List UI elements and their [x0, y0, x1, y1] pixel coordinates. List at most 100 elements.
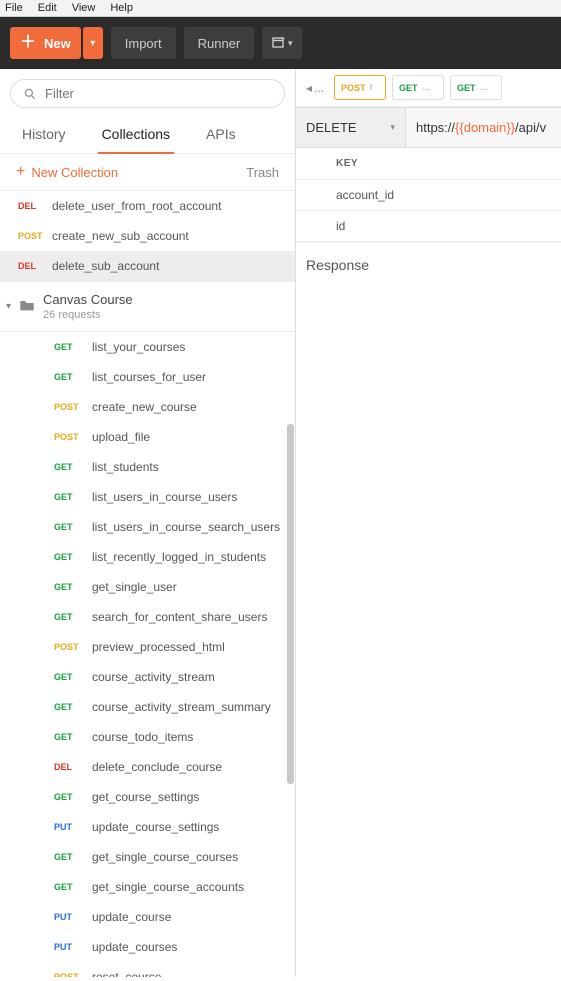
request-name: upload_file	[92, 430, 150, 444]
params-header-key: KEY	[296, 148, 561, 180]
request-item[interactable]: GETget_course_settings	[0, 782, 295, 812]
menu-view[interactable]: View	[72, 2, 96, 14]
request-item[interactable]: GETget_single_course_accounts	[0, 872, 295, 902]
chevron-left-icon: ◂	[306, 81, 312, 95]
request-item[interactable]: POSTreset_course	[0, 962, 295, 977]
method-badge: GET	[54, 732, 92, 742]
request-name: update_course_settings	[92, 820, 219, 834]
request-name: list_recently_logged_in_students	[92, 550, 266, 564]
method-badge: POST	[54, 972, 92, 977]
request-item[interactable]: GETlist_your_courses	[0, 332, 295, 362]
plus-icon: +	[16, 164, 25, 180]
request-name: delete_user_from_root_account	[52, 199, 221, 213]
menu-edit[interactable]: Edit	[38, 2, 57, 14]
runner-button[interactable]: Runner	[184, 27, 255, 59]
method-badge: GET	[457, 83, 476, 93]
url-input[interactable]: https://{{domain}}/api/v	[406, 108, 556, 147]
sidebar-tabs: History Collections APIs	[0, 118, 295, 154]
request-item[interactable]: PUTupdate_course	[0, 902, 295, 932]
tab-collections[interactable]: Collections	[98, 118, 174, 154]
request-item[interactable]: POSTcreate_new_course	[0, 392, 295, 422]
request-item[interactable]: GETget_single_user	[0, 572, 295, 602]
tab-history[interactable]: History	[18, 118, 70, 153]
chevron-down-icon: ▾	[390, 122, 395, 133]
request-name: preview_processed_html	[92, 640, 225, 654]
window-plus-icon: +	[272, 36, 286, 50]
new-button[interactable]: ＋ New	[10, 27, 81, 59]
method-badge: PUT	[54, 912, 92, 922]
request-item[interactable]: PUTupdate_courses	[0, 932, 295, 962]
method-badge: GET	[54, 372, 92, 382]
trash-link[interactable]: Trash	[246, 165, 279, 180]
request-item[interactable]: GETlist_users_in_course_users	[0, 482, 295, 512]
method-badge: GET	[54, 492, 92, 502]
request-item[interactable]: GETlist_students	[0, 452, 295, 482]
sidebar: History Collections APIs + New Collectio…	[0, 69, 296, 977]
request-item[interactable]: GETcourse_activity_stream	[0, 662, 295, 692]
request-item[interactable]: GETlist_recently_logged_in_students	[0, 542, 295, 572]
request-item[interactable]: GETlist_users_in_course_search_users	[0, 512, 295, 542]
method-badge: GET	[399, 83, 418, 93]
method-badge: GET	[54, 582, 92, 592]
new-dropdown-caret[interactable]: ▾	[83, 27, 103, 59]
request-name: list_users_in_course_search_users	[92, 520, 280, 534]
new-collection-button[interactable]: + New Collection	[16, 164, 118, 180]
request-list: DELdelete_user_from_root_accountPOSTcrea…	[0, 191, 295, 977]
request-item[interactable]: DELdelete_conclude_course	[0, 752, 295, 782]
request-name: list_your_courses	[92, 340, 185, 354]
request-name: get_single_course_courses	[92, 850, 238, 864]
new-window-button[interactable]: + ▾	[262, 27, 302, 59]
ellipsis-label: ...	[314, 81, 324, 95]
method-badge: GET	[54, 552, 92, 562]
scrollbar-thumb[interactable]	[287, 424, 294, 784]
request-item[interactable]: PUTupdate_course_settings	[0, 812, 295, 842]
request-item[interactable]: POSTpreview_processed_html	[0, 632, 295, 662]
new-button-label: New	[44, 36, 81, 51]
method-badge: POST	[54, 432, 92, 442]
tab-scroll-left[interactable]: ◂ ...	[302, 81, 328, 95]
request-item[interactable]: GETsearch_for_content_share_users	[0, 602, 295, 632]
http-method-label: DELETE	[306, 120, 357, 135]
request-item[interactable]: GETget_single_course_courses	[0, 842, 295, 872]
request-name: course_activity_stream	[92, 670, 215, 684]
method-badge: POST	[341, 83, 366, 93]
request-item[interactable]: DELdelete_user_from_root_account	[0, 191, 295, 221]
tab-label: ...	[422, 82, 430, 93]
request-tab[interactable]: GET...	[450, 75, 502, 100]
url-prefix: https://	[416, 120, 455, 135]
plus-icon: ＋	[10, 35, 44, 51]
method-badge: GET	[54, 852, 92, 862]
request-name: create_new_course	[92, 400, 197, 414]
request-item[interactable]: GETcourse_todo_items	[0, 722, 295, 752]
menu-file[interactable]: File	[5, 2, 23, 14]
method-badge: GET	[54, 462, 92, 472]
svg-text:+: +	[281, 36, 285, 43]
request-item[interactable]: POSTcreate_new_sub_account	[0, 221, 295, 251]
param-row[interactable]: id	[296, 211, 561, 242]
request-item[interactable]: GETlist_courses_for_user	[0, 362, 295, 392]
request-item[interactable]: POSTupload_file	[0, 422, 295, 452]
chevron-down-icon: ▾	[288, 38, 293, 49]
import-button[interactable]: Import	[111, 27, 176, 59]
request-name: delete_sub_account	[52, 259, 159, 273]
main-toolbar: ＋ New ▾ Import Runner + ▾	[0, 17, 561, 69]
url-variable: {{domain}}	[455, 120, 515, 135]
request-tab[interactable]: GET...	[392, 75, 444, 100]
method-badge: GET	[54, 522, 92, 532]
request-item[interactable]: GETcourse_activity_stream_summary	[0, 692, 295, 722]
request-name: list_students	[92, 460, 159, 474]
filter-input[interactable]	[45, 86, 272, 101]
url-suffix: /api/v	[515, 120, 546, 135]
request-item[interactable]: DELdelete_sub_account	[0, 251, 295, 281]
tab-apis[interactable]: APIs	[202, 118, 240, 153]
menu-help[interactable]: Help	[110, 2, 133, 14]
collection-folder[interactable]: ▾Canvas Course26 requests	[0, 281, 295, 332]
request-tab[interactable]: POSTr	[334, 75, 386, 100]
http-method-select[interactable]: DELETE ▾	[296, 108, 406, 147]
param-row[interactable]: account_id	[296, 180, 561, 211]
params-table: KEY account_idid	[296, 148, 561, 243]
folder-icon	[19, 298, 35, 315]
method-badge: DEL	[54, 762, 92, 772]
request-name: course_todo_items	[92, 730, 193, 744]
request-name: get_course_settings	[92, 790, 199, 804]
